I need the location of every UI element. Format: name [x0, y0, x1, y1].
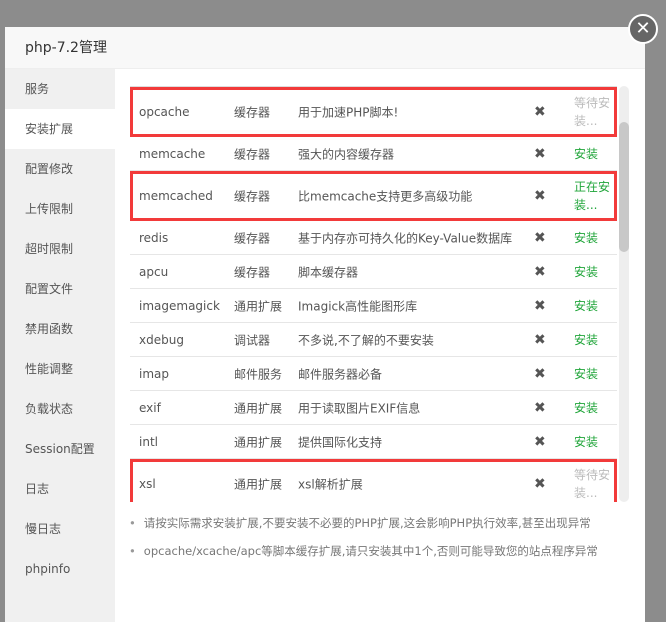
ext-desc: 脚本缓存器: [298, 265, 359, 279]
table-row: intl 通用扩展 提供国际化支持 ✖ 安装: [130, 425, 617, 459]
ext-type: 缓存器: [234, 147, 271, 161]
table-row: memcached 缓存器 比memcache支持更多高级功能 ✖ 正在安装..…: [130, 171, 617, 221]
sidebar-item[interactable]: 配置文件: [5, 269, 115, 309]
table-row: xsl 通用扩展 xsl解析扩展 ✖ 等待安装...: [130, 459, 617, 502]
install-status[interactable]: 安装: [574, 399, 614, 417]
ext-name: intl: [139, 434, 158, 449]
delete-icon[interactable]: ✖: [534, 146, 546, 162]
ext-type: 缓存器: [234, 105, 271, 119]
ext-name: redis: [139, 230, 169, 245]
install-status: 正在安装...: [574, 179, 611, 212]
ext-type: 通用扩展: [234, 401, 283, 415]
ext-type: 缓存器: [234, 265, 271, 279]
ext-type: 缓存器: [234, 189, 271, 203]
delete-icon[interactable]: ✖: [534, 434, 546, 450]
table-row: redis 缓存器 基于内存亦可持久化的Key-Value数据库 ✖ 安装: [130, 221, 617, 255]
sidebar-item[interactable]: 配置修改: [5, 149, 115, 189]
delete-icon[interactable]: ✖: [534, 298, 546, 314]
install-status[interactable]: 安装: [574, 145, 614, 163]
ext-name: imagemagick: [139, 298, 220, 313]
php-manager-dialog: php-7.2管理 服务 安装扩展 配置修改 上传限制 超时限制 配置文件 禁用函数 性能调整…: [5, 27, 645, 622]
ext-desc: 基于内存亦可持久化的Key-Value数据库: [298, 231, 513, 245]
sidebar-item[interactable]: 禁用函数: [5, 309, 115, 349]
tips-list: 请按实际需求安装扩展,不要安装不必要的PHP扩展,这会影响PHP执行效率,甚至出…: [129, 509, 598, 565]
sidebar-item[interactable]: 超时限制: [5, 229, 115, 269]
ext-name: imap: [139, 366, 169, 381]
extensions-table: opcache 缓存器 用于加速PHP脚本! ✖ 等待安装... memcache…: [130, 86, 617, 502]
ext-desc: 用于读取图片EXIF信息: [298, 401, 421, 415]
table-row: xdebug 调试器 不多说,不了解的不要安装 ✖ 安装: [130, 323, 617, 357]
tip: 请按实际需求安装扩展,不要安装不必要的PHP扩展,这会影响PHP执行效率,甚至出…: [129, 509, 598, 537]
ext-name: memcache: [139, 146, 206, 161]
ext-name: memcached: [139, 188, 213, 203]
sidebar: 服务 安装扩展 配置修改 上传限制 超时限制 配置文件 禁用函数 性能调整 负载状态 Sessio…: [5, 69, 115, 622]
dialog-title: php-7.2管理: [5, 27, 645, 69]
ext-name: exif: [139, 400, 161, 415]
ext-type: 通用扩展: [234, 299, 283, 313]
ext-desc: xsl解析扩展: [298, 477, 363, 491]
sidebar-item[interactable]: 上传限制: [5, 189, 115, 229]
scrollbar[interactable]: [619, 86, 629, 502]
extensions-panel: opcache 缓存器 用于加速PHP脚本! ✖ 等待安装... memcache…: [115, 69, 645, 622]
ext-desc: 强大的内容缓存器: [298, 147, 395, 161]
sidebar-item[interactable]: Session配置: [5, 429, 115, 469]
ext-desc: 提供国际化支持: [298, 435, 383, 449]
table-row: imap 邮件服务 邮件服务器必备 ✖ 安装: [130, 357, 617, 391]
ext-type: 缓存器: [234, 231, 271, 245]
delete-icon[interactable]: ✖: [534, 332, 546, 348]
ext-type: 调试器: [234, 333, 271, 347]
close-icon[interactable]: ✕: [628, 14, 658, 44]
delete-icon[interactable]: ✖: [534, 264, 546, 280]
ext-desc: 用于加速PHP脚本!: [298, 105, 399, 119]
tip: opcache/xcache/apc等脚本缓存扩展,请只安装其中1个,否则可能导…: [129, 537, 598, 565]
table-row: apcu 缓存器 脚本缓存器 ✖ 安装: [130, 255, 617, 289]
table-row: imagemagick 通用扩展 Imagick高性能图形库 ✖ 安装: [130, 289, 617, 323]
table-row: opcache 缓存器 用于加速PHP脚本! ✖ 等待安装...: [130, 87, 617, 137]
ext-type: 通用扩展: [234, 435, 283, 449]
ext-type: 邮件服务: [234, 367, 283, 381]
install-status[interactable]: 安装: [574, 433, 614, 451]
sidebar-item[interactable]: 日志: [5, 469, 115, 509]
ext-name: opcache: [139, 104, 190, 119]
delete-icon[interactable]: ✖: [534, 188, 546, 204]
table-row: memcache 缓存器 强大的内容缓存器 ✖ 安装: [130, 137, 617, 171]
delete-icon[interactable]: ✖: [534, 366, 546, 382]
install-status[interactable]: 安装: [574, 365, 614, 383]
delete-icon[interactable]: ✖: [534, 230, 546, 246]
install-status[interactable]: 安装: [574, 297, 614, 315]
sidebar-item[interactable]: 负载状态: [5, 389, 115, 429]
delete-icon[interactable]: ✖: [534, 104, 546, 120]
ext-type: 通用扩展: [234, 477, 283, 491]
scrollbar-thumb[interactable]: [619, 122, 629, 252]
ext-name: apcu: [139, 264, 169, 279]
ext-desc: 比memcache支持更多高级功能: [298, 189, 473, 203]
ext-desc: 不多说,不了解的不要安装: [298, 333, 434, 347]
sidebar-item[interactable]: 安装扩展: [5, 109, 115, 149]
delete-icon[interactable]: ✖: [534, 400, 546, 416]
install-status: 等待安装...: [574, 467, 611, 500]
sidebar-item[interactable]: phpinfo: [5, 549, 115, 589]
install-status[interactable]: 安装: [574, 263, 614, 281]
ext-name: xsl: [139, 476, 156, 491]
sidebar-item[interactable]: 慢日志: [5, 509, 115, 549]
ext-desc: 邮件服务器必备: [298, 367, 383, 381]
delete-icon[interactable]: ✖: [534, 476, 546, 492]
sidebar-item[interactable]: 性能调整: [5, 349, 115, 389]
install-status[interactable]: 安装: [574, 229, 614, 247]
install-status[interactable]: 安装: [574, 331, 614, 349]
sidebar-item[interactable]: 服务: [5, 69, 115, 109]
ext-desc: Imagick高性能图形库: [298, 299, 418, 313]
table-row: exif 通用扩展 用于读取图片EXIF信息 ✖ 安装: [130, 391, 617, 425]
ext-name: xdebug: [139, 332, 184, 347]
install-status: 等待安装...: [574, 95, 611, 128]
